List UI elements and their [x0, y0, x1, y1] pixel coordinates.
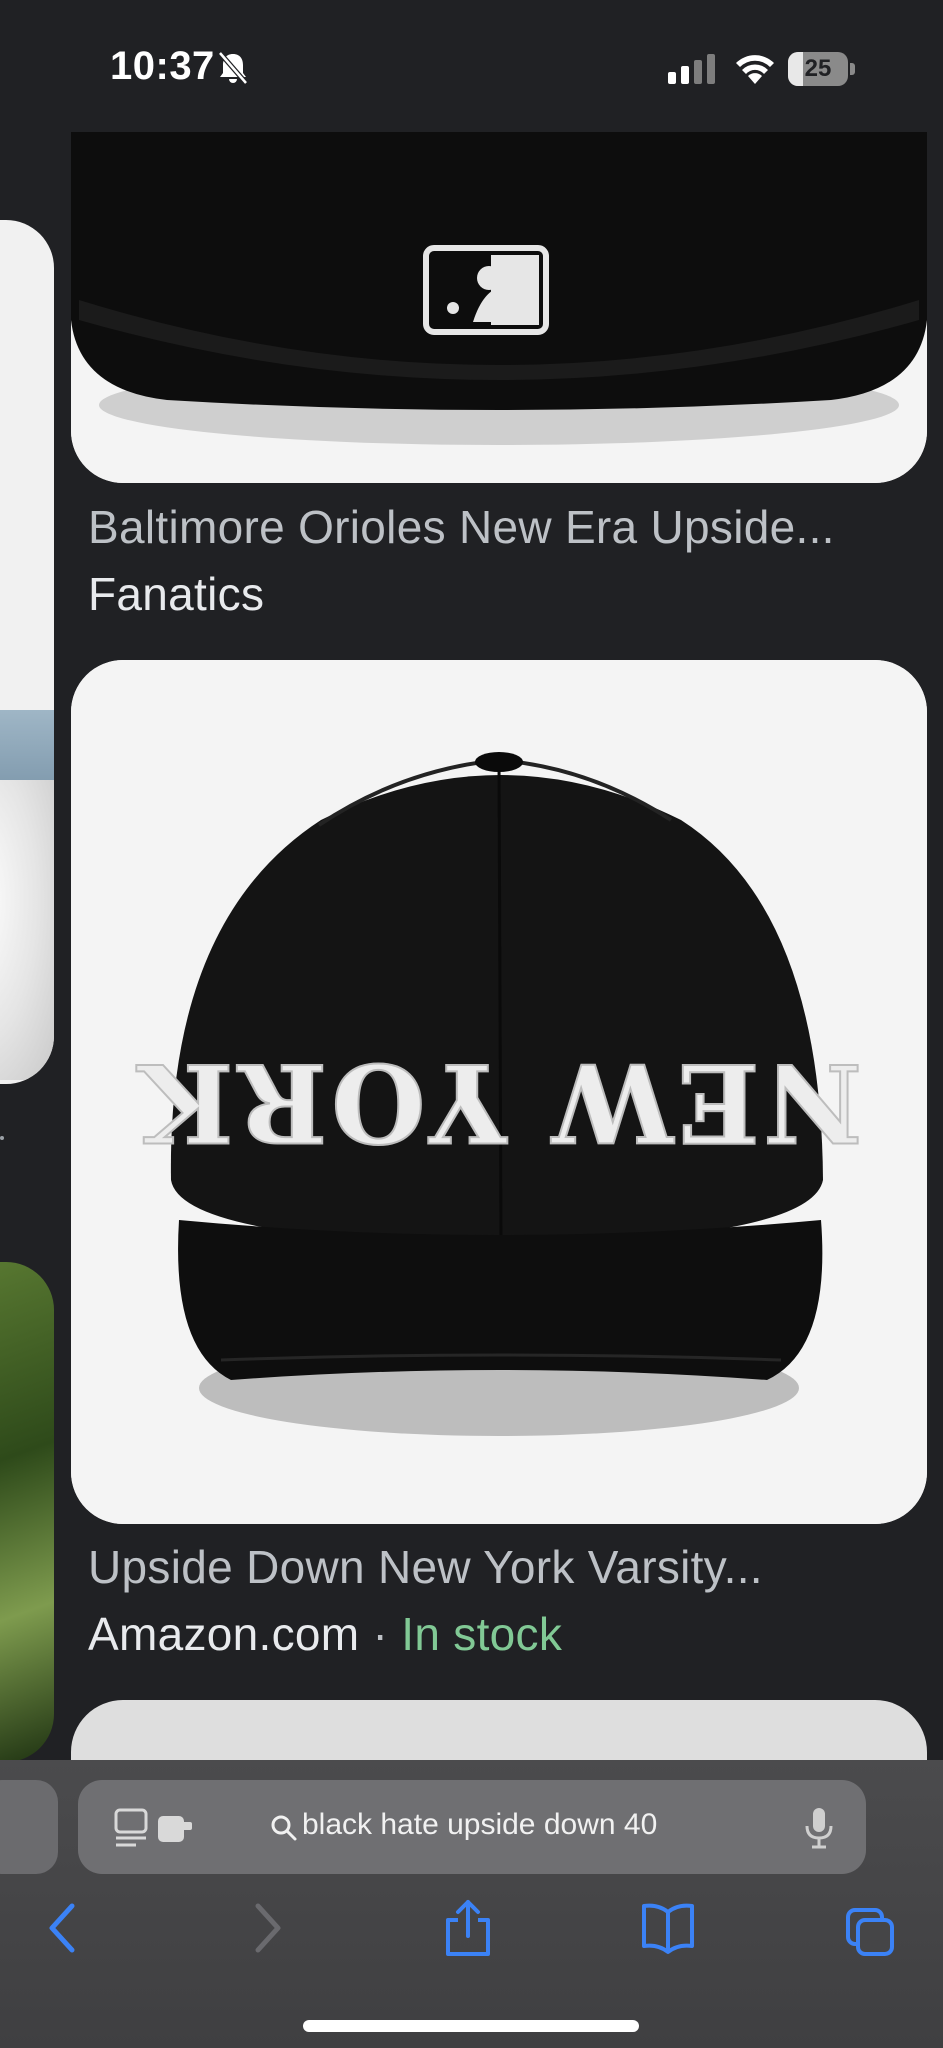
partial-result-text [0, 1136, 4, 1140]
result-source: Amazon.com [88, 1608, 360, 1660]
address-bar[interactable]: black hate upside down 40 [78, 1780, 866, 1874]
result-title[interactable]: Upside Down New York Varsity... [88, 1540, 763, 1594]
wifi-icon [736, 55, 774, 84]
tabs-icon[interactable] [844, 1898, 896, 1958]
bell-slash-icon [218, 51, 248, 85]
browser-toolbar: black hate upside down 40 [0, 1760, 943, 2048]
svg-text:NEW YORK: NEW YORK [136, 1039, 863, 1165]
battery-level: 25 [804, 55, 832, 82]
cap-new-york-image: NEW YORK [71, 660, 927, 1524]
availability-badge: In stock [401, 1608, 563, 1660]
forward-chevron-icon [255, 1903, 281, 1953]
cellular-signal-icon [668, 54, 715, 84]
partial-result-image[interactable] [0, 1262, 54, 1762]
status-time: 10:37 [110, 44, 215, 88]
previous-tab-preview[interactable] [0, 1780, 58, 1874]
result-image[interactable] [71, 100, 927, 483]
microphone-icon[interactable] [804, 1806, 834, 1850]
back-chevron-icon[interactable] [44, 1898, 80, 1958]
result-image[interactable]: NEW YORK [71, 660, 927, 1524]
battery-icon: 25 [788, 52, 856, 86]
partial-result-image[interactable] [0, 220, 54, 1084]
result-source-line: Amazon.com · In stock [88, 1607, 562, 1661]
reader-mode-icon[interactable] [114, 1808, 192, 1848]
separator: · [372, 1608, 389, 1660]
bookmarks-icon[interactable] [640, 1898, 696, 1958]
status-bar: 10:37 25 [0, 0, 943, 132]
share-icon[interactable] [442, 1898, 494, 1958]
result-source: Fanatics [88, 568, 265, 620]
cap-mlb-image [71, 100, 927, 483]
search-icon [271, 1815, 297, 1841]
home-indicator[interactable] [303, 2020, 639, 2032]
result-title[interactable]: Baltimore Orioles New Era Upside... [88, 500, 835, 554]
search-query[interactable]: black hate upside down 40 [302, 1808, 657, 1842]
